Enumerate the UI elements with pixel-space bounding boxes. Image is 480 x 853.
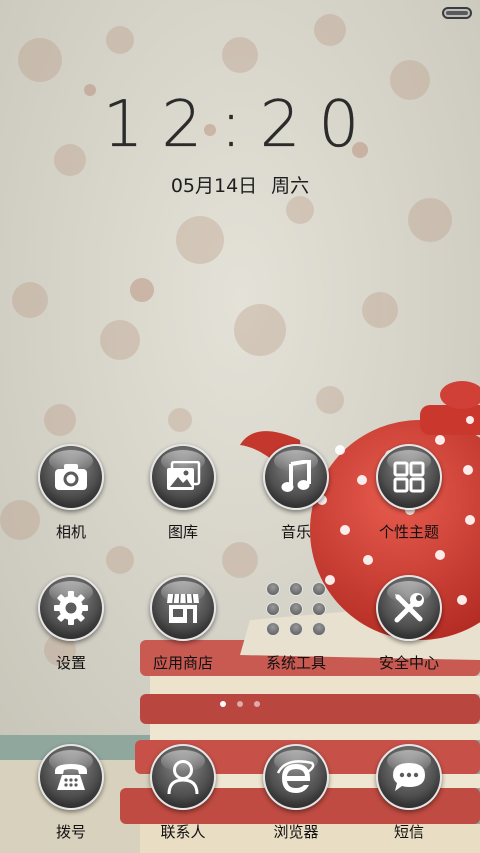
app-security-center[interactable]: 安全中心 bbox=[354, 575, 464, 685]
page-dot[interactable] bbox=[237, 701, 243, 707]
app-label: 短信 bbox=[393, 823, 424, 841]
message-icon bbox=[376, 744, 442, 810]
folder-mini-icon bbox=[266, 622, 280, 636]
weekday-label: 周六 bbox=[271, 175, 310, 197]
app-label: 设置 bbox=[55, 654, 86, 672]
contact-icon bbox=[150, 744, 216, 810]
app-label: 相机 bbox=[55, 523, 86, 541]
battery-icon bbox=[442, 7, 472, 19]
folder-icon bbox=[263, 579, 329, 639]
phone-icon bbox=[38, 744, 104, 810]
app-themes[interactable]: 个性主题 bbox=[354, 444, 464, 554]
dock-messages[interactable]: 短信 bbox=[354, 744, 464, 853]
camera-icon bbox=[38, 444, 104, 510]
app-label: 浏览器 bbox=[273, 823, 319, 841]
app-label: 应用商店 bbox=[152, 654, 213, 672]
app-label: 联系人 bbox=[160, 823, 206, 841]
app-label: 图库 bbox=[167, 523, 198, 541]
clock-date: 05月14日 周六 bbox=[0, 171, 480, 198]
music-note-icon bbox=[263, 444, 329, 510]
page-dot-active[interactable] bbox=[220, 701, 226, 707]
app-camera[interactable]: 相机 bbox=[16, 444, 126, 554]
page-indicator bbox=[0, 701, 480, 707]
app-label: 个性主题 bbox=[378, 523, 439, 541]
app-label: 安全中心 bbox=[378, 654, 439, 672]
dock-contacts[interactable]: 联系人 bbox=[128, 744, 238, 853]
app-settings[interactable]: 设置 bbox=[16, 575, 126, 685]
store-icon bbox=[150, 575, 216, 641]
page-dot[interactable] bbox=[254, 701, 260, 707]
folder-mini-icon bbox=[266, 602, 280, 616]
app-gallery[interactable]: 图库 bbox=[128, 444, 238, 554]
tools-icon bbox=[376, 575, 442, 641]
browser-e-icon bbox=[263, 744, 329, 810]
gallery-icon bbox=[150, 444, 216, 510]
app-label: 音乐 bbox=[280, 523, 311, 541]
folder-mini-icon bbox=[289, 622, 303, 636]
app-label: 拨号 bbox=[55, 823, 86, 841]
app-store[interactable]: 应用商店 bbox=[128, 575, 238, 685]
app-music[interactable]: 音乐 bbox=[241, 444, 351, 554]
folder-mini-icon bbox=[312, 602, 326, 616]
folder-mini-icon bbox=[289, 582, 303, 596]
theme-grid-icon bbox=[376, 444, 442, 510]
dock-browser[interactable]: 浏览器 bbox=[241, 744, 351, 853]
app-label: 系统工具 bbox=[265, 654, 326, 672]
folder-mini-icon bbox=[312, 622, 326, 636]
app-system-tools[interactable]: 系统工具 bbox=[241, 575, 351, 685]
clock-time: 12:20 bbox=[102, 88, 378, 162]
folder-mini-icon bbox=[289, 602, 303, 616]
date-label: 05月14日 bbox=[170, 175, 258, 197]
gear-icon bbox=[38, 575, 104, 641]
folder-mini-icon bbox=[312, 582, 326, 596]
dock-dialer[interactable]: 拨号 bbox=[16, 744, 126, 853]
folder-mini-icon bbox=[266, 582, 280, 596]
